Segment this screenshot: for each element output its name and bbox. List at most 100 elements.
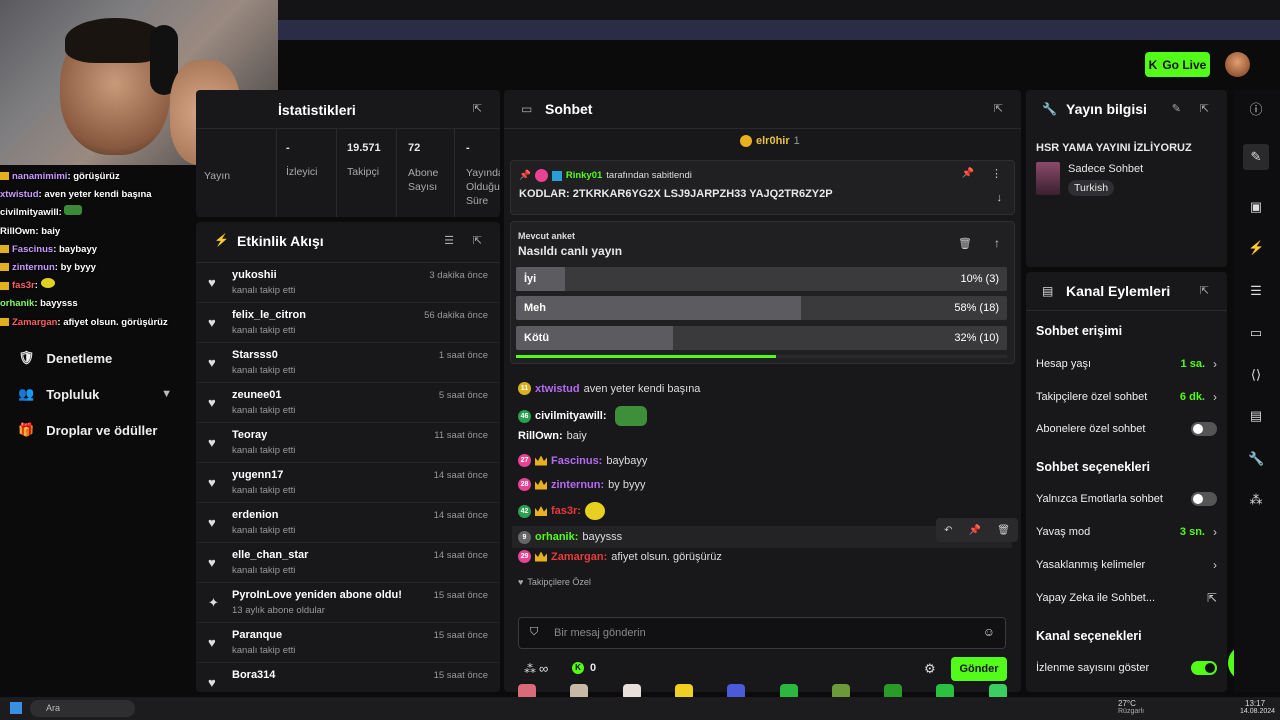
chat-username[interactable]: civilmityawill: xyxy=(535,410,607,422)
activity-name: PyroInLove yeniden abone oldu! xyxy=(232,589,402,601)
activity-item[interactable]: ♥ felix_le_citron kanalı takip etti 56 daki… xyxy=(196,303,500,343)
popout-icon[interactable]: ⇱ xyxy=(1200,284,1209,297)
chat-username[interactable]: Zamargan: xyxy=(551,551,607,563)
arrow-up-icon[interactable]: ↑ xyxy=(994,236,1000,250)
filter-icon[interactable]: ☰ xyxy=(444,234,454,247)
pin-icon[interactable]: 📌 xyxy=(969,525,981,536)
trash-icon[interactable]: 🗑 xyxy=(958,237,972,250)
chat-icon[interactable]: ▭ xyxy=(1248,325,1264,341)
activity-item[interactable]: ♥ zeunee01 kanalı takip etti 5 saat önce xyxy=(196,383,500,423)
chat-text: aven yeter kendi başına xyxy=(583,382,701,395)
infinity-icon: ∞ xyxy=(539,661,549,676)
chat-text: afiyet olsun. görüşürüz xyxy=(611,550,722,563)
poll-option[interactable]: Meh 58% (18) xyxy=(516,296,1007,320)
chat-message[interactable]: 27 Fascinus: baybayy xyxy=(518,454,647,467)
bolt-icon[interactable]: ⚡ xyxy=(1248,240,1264,256)
nav-item-moderation[interactable]: 🛡 Denetleme xyxy=(0,340,190,376)
activity-item[interactable]: ✦ PyroInLove yeniden abone oldu! 13 aylık … xyxy=(196,583,500,623)
wrench-icon: 🔧 xyxy=(1042,102,1057,116)
chat-username[interactable]: fas3r: xyxy=(551,505,581,517)
popout-icon[interactable]: ⇱ xyxy=(994,102,1003,115)
activity-sub: kanalı takip etti xyxy=(232,485,296,496)
collapse-icon[interactable]: ↓ xyxy=(997,192,1003,204)
activity-item[interactable]: ♥ Bora314 15 saat önce xyxy=(196,663,500,692)
pencil-icon[interactable]: ✎ xyxy=(1243,144,1269,170)
chevron-right-icon: › xyxy=(1213,390,1217,404)
chat-access-heading: Sohbet erişimi xyxy=(1036,324,1123,338)
chat-username[interactable]: orhanik: xyxy=(535,531,578,543)
activity-sub: kanalı takip etti xyxy=(232,525,296,536)
sparkle-icon[interactable]: ⁂ xyxy=(1248,492,1264,508)
sparkle-icon[interactable]: ⁂ xyxy=(524,662,536,676)
followers-chat-setting[interactable]: Takipçilere özel sohbet 6 dk. › xyxy=(1036,390,1217,404)
layout-icon[interactable]: ▣ xyxy=(1248,199,1264,215)
undo-icon[interactable]: ↶ xyxy=(944,525,952,536)
nav-item-drops[interactable]: 🎁 Droplar ve ödüller xyxy=(0,412,190,448)
list-icon[interactable]: ☰ xyxy=(1248,283,1264,299)
wrench-icon[interactable]: 🔧 xyxy=(1248,451,1264,467)
chat-message[interactable]: 28 zinternun: by byyy xyxy=(518,478,645,491)
ai-chat-setting[interactable]: Yapay Zeka ile Sohbet... ⇱ xyxy=(1036,591,1217,605)
show-views-toggle[interactable] xyxy=(1191,661,1217,675)
taskbar-search[interactable]: Ara xyxy=(30,700,135,717)
activity-name: erdenion xyxy=(232,509,279,521)
poll-option[interactable]: İyi 10% (3) xyxy=(516,267,1007,291)
chat-message[interactable]: 29 Zamargan: afiyet olsun. görüşürüz xyxy=(518,550,722,563)
go-live-button[interactable]: K Go Live xyxy=(1145,52,1210,77)
nav-item-community[interactable]: 👥 Topluluk ▼ xyxy=(0,376,190,412)
edit-icon[interactable]: ✎ xyxy=(1172,102,1181,115)
sub-badge-icon xyxy=(0,172,9,181)
trash-icon[interactable]: 🗑 xyxy=(997,525,1010,536)
embed-icon[interactable]: ⟨⟩ xyxy=(1248,367,1264,383)
emoji-icon[interactable]: ☺ xyxy=(983,625,995,639)
chat-message[interactable]: 46 civilmityawill: xyxy=(518,406,647,426)
chat-message[interactable]: 11 xtwistud aven yeter kendi başına xyxy=(518,382,700,395)
popout-icon[interactable]: ⇱ xyxy=(473,234,482,247)
stat-label-subs: Abone Sayısı xyxy=(408,167,439,193)
info-icon[interactable]: ⓘ xyxy=(1248,102,1264,118)
chat-input[interactable]: ⛉ Bir mesaj gönderin ☺ xyxy=(518,617,1006,649)
chat-text: by byyy xyxy=(608,478,646,491)
panel-icon[interactable]: ▤ xyxy=(1248,408,1264,424)
chat-username[interactable]: RillOwn: xyxy=(518,430,563,442)
divider xyxy=(504,128,1021,129)
chat-username[interactable]: xtwistud xyxy=(535,383,580,395)
activity-sub: kanalı takip etti xyxy=(232,365,296,376)
unpin-icon[interactable]: 📌 xyxy=(962,168,974,179)
activity-name: felix_le_citron xyxy=(232,309,306,321)
activity-item[interactable]: ♥ erdenion kanalı takip etti 14 saat önce xyxy=(196,503,500,543)
send-button[interactable]: Gönder xyxy=(951,657,1007,681)
chat-username[interactable]: zinternun: xyxy=(551,479,604,491)
chat-message[interactable]: 42 fas3r: xyxy=(518,502,605,520)
chat-message[interactable]: RillOwn: baiy xyxy=(518,430,587,442)
activity-item[interactable]: ♥ elle_chan_star kanalı takip etti 14 saat … xyxy=(196,543,500,583)
activity-item[interactable]: ♥ Starsss0 kanalı takip etti 1 saat önce xyxy=(196,343,500,383)
popout-icon[interactable]: ⇱ xyxy=(1200,102,1209,115)
activity-item[interactable]: ♥ Paranque kanalı takip etti 15 saat önce xyxy=(196,623,500,663)
user-avatar[interactable] xyxy=(1225,52,1250,77)
subs-chat-toggle[interactable] xyxy=(1191,422,1217,436)
activity-sub: kanalı takip etti xyxy=(232,405,296,416)
chat-username[interactable]: Fascinus: xyxy=(551,455,602,467)
stats-panel: İstatistikleri ⇱ Yayın - İzleyici 19.571… xyxy=(196,90,500,217)
level-badge: 11 xyxy=(518,382,531,395)
heart-icon: ♥ xyxy=(208,315,216,330)
emote-only-toggle[interactable] xyxy=(1191,492,1217,506)
slow-mode-setting[interactable]: Yavaş mod 3 sn. › xyxy=(1036,525,1217,539)
gear-icon[interactable]: ⚙ xyxy=(924,661,936,677)
popout-icon[interactable]: ⇱ xyxy=(473,102,482,115)
banned-words-setting[interactable]: Yasaklanmış kelimeler › xyxy=(1036,558,1217,572)
overlay-message: RillOwn: baiy xyxy=(0,225,61,237)
activity-item[interactable]: ♥ yukoshii kanalı takip etti 3 dakika önce xyxy=(196,263,500,303)
category-name[interactable]: Sadece Sohbet xyxy=(1068,163,1143,175)
level-badge: 42 xyxy=(518,504,531,518)
windows-start-icon[interactable] xyxy=(10,702,22,714)
activity-item[interactable]: ♥ Teoray kanalı takip etti 11 saat önce xyxy=(196,423,500,463)
activity-item[interactable]: ♥ yugenn17 kanalı takip etti 14 saat önce xyxy=(196,463,500,503)
account-age-setting[interactable]: Hesap yaşı 1 sa. › xyxy=(1036,357,1217,371)
divider xyxy=(1026,310,1227,311)
stream-info-title: Yayın bilgisi xyxy=(1066,101,1147,117)
poll-option[interactable]: Kötü 32% (10) xyxy=(516,326,1007,350)
more-icon[interactable]: ⋮ xyxy=(991,167,1002,180)
top-gifter[interactable]: elr0hir 1 xyxy=(740,135,800,147)
